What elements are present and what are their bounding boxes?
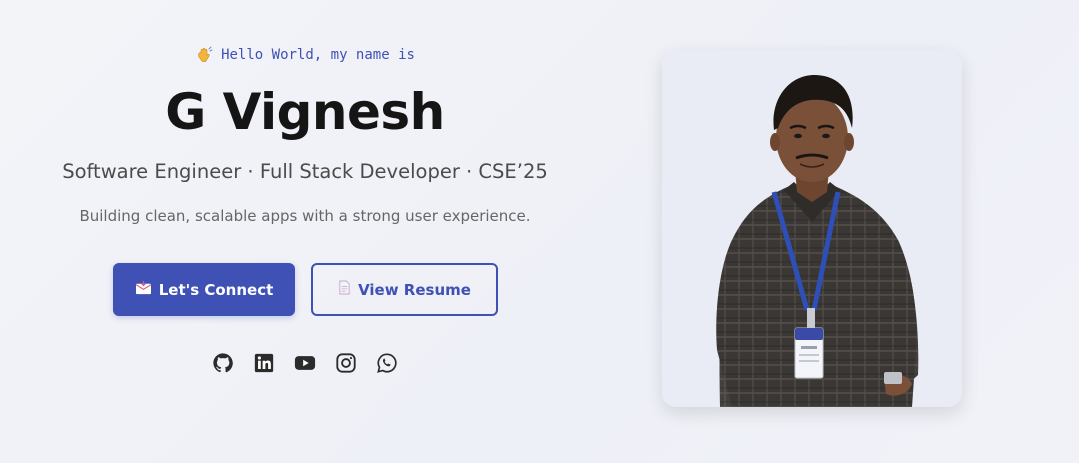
role-subtitle: Software Engineer · Full Stack Developer… <box>62 160 548 183</box>
greeting-text: Hello World, my name is <box>221 47 415 63</box>
profile-photo-image <box>716 74 919 407</box>
instagram-icon[interactable] <box>335 352 357 374</box>
document-icon <box>338 280 351 299</box>
social-links <box>30 352 580 374</box>
envelope-icon <box>135 280 152 299</box>
view-resume-button[interactable]: View Resume <box>311 263 498 316</box>
linkedin-icon[interactable] <box>253 352 275 374</box>
hero-section: Hello World, my name is G Vignesh Softwa… <box>0 0 1079 463</box>
profile-photo <box>662 50 962 407</box>
lets-connect-button[interactable]: Let's Connect <box>113 263 295 316</box>
waving-hand-icon <box>195 46 213 64</box>
tagline: Building clean, scalable apps with a str… <box>79 207 531 225</box>
page-title: G Vignesh <box>165 83 445 141</box>
lets-connect-label: Let's Connect <box>158 280 274 299</box>
youtube-icon[interactable] <box>294 352 316 374</box>
view-resume-label: View Resume <box>358 280 471 299</box>
greeting: Hello World, my name is <box>30 46 580 64</box>
whatsapp-icon[interactable] <box>376 352 398 374</box>
github-icon[interactable] <box>212 352 234 374</box>
